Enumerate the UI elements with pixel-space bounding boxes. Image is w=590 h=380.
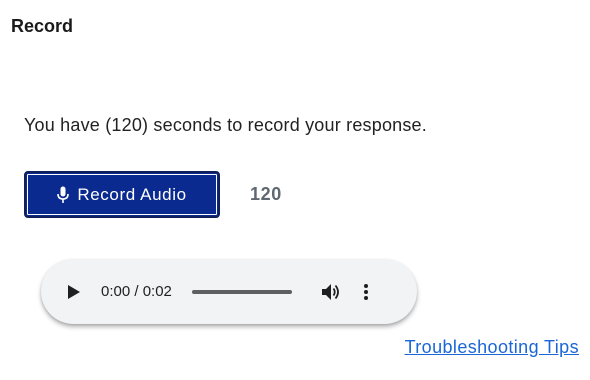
section-title: Record [11,16,74,36]
microphone-icon [57,186,70,204]
record-page: Record You have (120) seconds to record … [0,0,590,380]
playback-progress-slider[interactable] [191,289,292,294]
volume-icon[interactable] [320,281,342,303]
more-options-icon[interactable] [358,281,374,303]
play-icon[interactable] [63,281,85,303]
playback-time: 0:00 / 0:02 [101,283,172,300]
record-audio-button[interactable]: Record Audio [24,171,220,218]
recording-instruction: You have (120) seconds to record your re… [24,115,427,135]
audio-player: 0:00 / 0:02 [41,259,417,324]
troubleshooting-tips-link[interactable]: Troubleshooting Tips [405,337,579,358]
countdown-timer: 120 [250,184,282,204]
record-controls: Record Audio 120 [24,171,282,218]
record-audio-label: Record Audio [77,184,187,204]
